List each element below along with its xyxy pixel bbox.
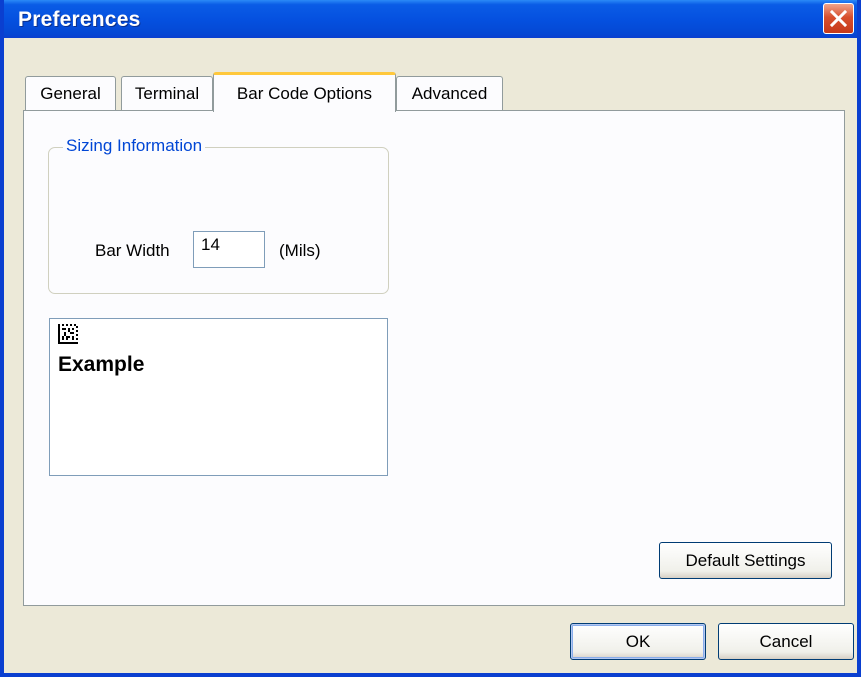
tab-label: General: [40, 84, 101, 103]
example-text: Example: [58, 353, 145, 376]
bar-code-options-panel: Sizing Information Bar Width (Mils): [23, 110, 845, 606]
group-label: Sizing Information: [63, 136, 206, 156]
tab-advanced[interactable]: Advanced: [396, 76, 503, 111]
cancel-button[interactable]: Cancel: [718, 623, 854, 660]
bar-width-label: Bar Width: [95, 241, 170, 260]
preferences-dialog: Preferences General Terminal Bar Code Op…: [0, 0, 861, 677]
ok-button[interactable]: OK: [570, 623, 706, 660]
tab-bar-code-options[interactable]: Bar Code Options: [213, 72, 396, 112]
tab-general[interactable]: General: [25, 76, 116, 111]
tab-terminal[interactable]: Terminal: [121, 76, 213, 111]
tab-label: Bar Code Options: [236, 83, 373, 103]
close-icon: [829, 9, 848, 28]
tab-label: Terminal: [134, 84, 200, 103]
tab-label: Advanced: [411, 84, 488, 103]
units-label: (Mils): [279, 241, 321, 260]
title-bar[interactable]: Preferences: [4, 0, 857, 38]
default-settings-button[interactable]: Default Settings: [659, 542, 832, 579]
barcode-preview: Example: [49, 318, 388, 476]
bar-width-input[interactable]: [193, 231, 265, 268]
barcode-icon: [58, 324, 78, 344]
close-button[interactable]: [823, 3, 854, 34]
sizing-information-group: Sizing Information Bar Width (Mils): [48, 136, 389, 294]
window-title: Preferences: [18, 8, 141, 31]
